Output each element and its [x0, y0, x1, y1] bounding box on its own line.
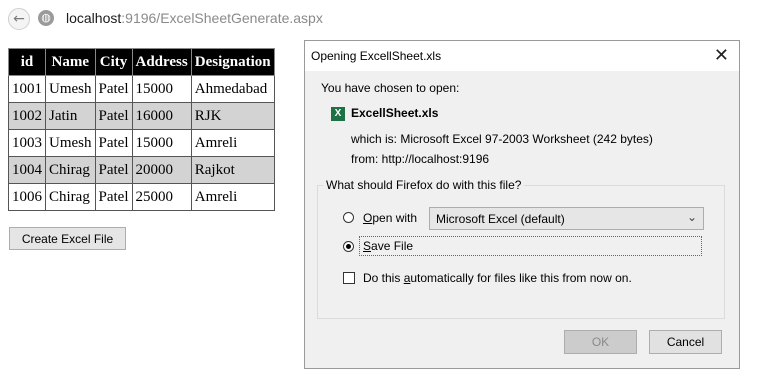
close-icon[interactable]: ✕ — [714, 45, 729, 66]
cell-designation: RJK — [190, 102, 275, 130]
table-row: 1004 Chirag Patel 20000 Rajkot — [8, 156, 275, 184]
table-row: 1006 Chirag Patel 25000 Amreli — [8, 183, 275, 211]
cell-city: Patel — [94, 75, 133, 103]
cancel-button[interactable]: Cancel — [649, 330, 722, 354]
file-name: ExcellSheet.xls — [351, 106, 439, 120]
auto-action-label[interactable]: Do this automatically for files like thi… — [363, 271, 632, 285]
column-header: id — [8, 48, 46, 76]
cell-id: 1001 — [8, 75, 46, 103]
cell-id: 1006 — [8, 183, 46, 211]
cell-id: 1003 — [8, 129, 46, 157]
dialog-title-bar: Opening ExcellSheet.xls ✕ — [305, 41, 739, 71]
cell-designation: Amreli — [190, 183, 275, 211]
open-with-value: Microsoft Excel (default) — [436, 212, 565, 226]
cell-name: Umesh — [45, 129, 96, 157]
download-dialog: Opening ExcellSheet.xls ✕ You have chose… — [304, 40, 740, 369]
cell-city: Patel — [94, 102, 133, 130]
cell-designation: Rajkot — [190, 156, 275, 184]
table-row: 1003 Umesh Patel 15000 Amreli — [8, 129, 275, 157]
table-row: 1001 Umesh Patel 15000 Ahmedabad — [8, 75, 275, 103]
cell-address: 25000 — [131, 183, 192, 211]
cell-designation: Amreli — [190, 129, 275, 157]
ok-button[interactable]: OK — [564, 330, 637, 354]
file-type: which is: Microsoft Excel 97-2003 Worksh… — [351, 132, 653, 146]
cell-name: Jatin — [45, 102, 96, 130]
cell-city: Patel — [94, 156, 133, 184]
url-path: :9196/ExcelSheetGenerate.aspx — [121, 10, 323, 26]
cell-address: 16000 — [131, 102, 192, 130]
url-host: localhost — [66, 10, 122, 26]
table-header-row: id Name City Address Designation — [8, 48, 275, 76]
address-bar[interactable]: localhost:9196/ExcelSheetGenerate.aspx — [66, 10, 323, 26]
file-source: from: http://localhost:9196 — [351, 152, 490, 166]
create-excel-file-button[interactable]: Create Excel File — [9, 227, 126, 250]
cell-name: Chirag — [45, 183, 96, 211]
cell-address: 15000 — [131, 75, 192, 103]
action-group-label: What should Firefox do with this file? — [323, 178, 525, 192]
cell-city: Patel — [94, 183, 133, 211]
cell-city: Patel — [94, 129, 133, 157]
column-header: Address — [131, 48, 192, 76]
column-header: Name — [45, 48, 96, 76]
chosen-label: You have chosen to open: — [321, 81, 460, 95]
cell-name: Umesh — [45, 75, 96, 103]
column-header: City — [94, 48, 133, 76]
save-file-radio[interactable] — [343, 241, 354, 252]
auto-action-checkbox[interactable] — [343, 272, 355, 284]
open-with-select[interactable]: Microsoft Excel (default) ⌄ — [429, 207, 704, 230]
open-with-radio[interactable] — [343, 212, 354, 223]
globe-icon[interactable]: ◍ — [38, 10, 54, 26]
cell-address: 15000 — [131, 129, 192, 157]
save-file-label[interactable]: Save File — [363, 239, 413, 253]
cell-id: 1004 — [8, 156, 46, 184]
browser-toolbar: ← ◍ localhost:9196/ExcelSheetGenerate.as… — [0, 0, 758, 38]
open-with-label[interactable]: Open with — [363, 211, 417, 225]
column-header: Designation — [190, 48, 275, 76]
cell-address: 20000 — [131, 156, 192, 184]
dialog-title: Opening ExcellSheet.xls — [311, 49, 442, 63]
cell-designation: Ahmedabad — [190, 75, 275, 103]
cell-id: 1002 — [8, 102, 46, 130]
chevron-down-icon: ⌄ — [686, 210, 697, 224]
save-file-label-rest: ave File — [371, 239, 414, 253]
excel-file-icon: X — [331, 107, 345, 121]
employee-table: id Name City Address Designation 1001 Um… — [8, 48, 275, 211]
back-arrow-icon[interactable]: ← — [8, 8, 30, 30]
open-with-label-rest: pen with — [372, 211, 418, 225]
cell-name: Chirag — [45, 156, 96, 184]
table-row: 1002 Jatin Patel 16000 RJK — [8, 102, 275, 130]
